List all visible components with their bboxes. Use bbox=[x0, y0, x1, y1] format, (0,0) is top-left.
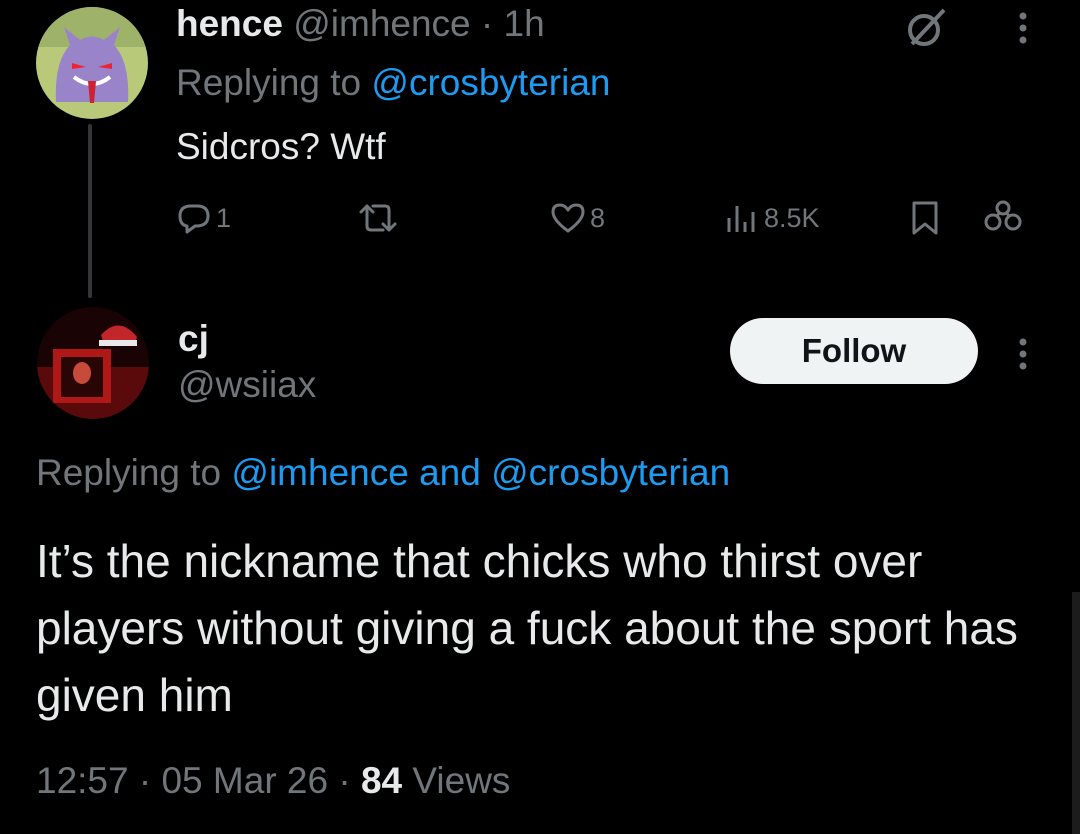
bookmark-button[interactable] bbox=[908, 198, 942, 238]
grok-icon[interactable] bbox=[904, 6, 948, 50]
mention-link[interactable]: @crosbyterian bbox=[371, 62, 610, 103]
retweet-icon bbox=[359, 204, 397, 232]
views-count[interactable]: 84 bbox=[361, 760, 402, 801]
like-count: 8 bbox=[590, 202, 606, 233]
separator: · bbox=[138, 760, 152, 801]
views-icon bbox=[727, 206, 755, 232]
replying-to: Replying to @crosbyterian bbox=[176, 62, 610, 104]
reply-button[interactable]: 1 bbox=[174, 198, 231, 238]
retweet-button[interactable] bbox=[355, 198, 401, 238]
follow-button[interactable]: Follow bbox=[730, 318, 978, 384]
handle[interactable]: @imhence bbox=[293, 3, 470, 44]
share-button[interactable] bbox=[982, 198, 1024, 238]
timestamp[interactable]: 12:57 bbox=[36, 760, 129, 801]
views-button[interactable]: 8.5K bbox=[724, 198, 820, 238]
avatar[interactable] bbox=[37, 307, 149, 419]
timestamp[interactable]: 1h bbox=[504, 3, 545, 44]
action-bar: 1 8 8.5K bbox=[0, 198, 1080, 246]
display-name[interactable]: cj bbox=[178, 318, 209, 360]
handle[interactable]: @wsiiax bbox=[178, 364, 316, 406]
separator: · bbox=[480, 3, 494, 44]
separator: · bbox=[338, 760, 351, 801]
reply-icon bbox=[178, 204, 210, 234]
bookmark-icon bbox=[912, 201, 938, 235]
tweet-meta: 12:57 · 05 Mar 26 · 84 Views bbox=[36, 760, 510, 802]
display-name[interactable]: hence bbox=[176, 3, 283, 44]
replying-to: Replying to @imhence and @crosbyterian bbox=[36, 452, 730, 494]
more-icon[interactable] bbox=[1012, 8, 1034, 48]
replying-and: and bbox=[419, 452, 481, 493]
share-icon bbox=[984, 200, 1022, 231]
date[interactable]: 05 Mar 26 bbox=[161, 760, 328, 801]
replying-prefix: Replying to bbox=[176, 62, 362, 103]
replying-prefix: Replying to bbox=[36, 452, 222, 493]
avatar[interactable] bbox=[36, 7, 148, 119]
views-label[interactable]: Views bbox=[412, 760, 510, 801]
view-count: 8.5K bbox=[764, 202, 820, 233]
profile-photo-icon bbox=[37, 307, 149, 419]
gengar-avatar-icon bbox=[36, 7, 148, 119]
mention-link[interactable]: @imhence bbox=[231, 452, 408, 493]
like-icon bbox=[551, 203, 585, 233]
tweet-text: It’s the nickname that chicks who thirst… bbox=[36, 535, 1018, 721]
more-icon[interactable] bbox=[1012, 334, 1034, 374]
tweet1-header: hence @imhence · 1h bbox=[176, 3, 545, 45]
like-button[interactable]: 8 bbox=[548, 198, 605, 238]
tweet-text: Sidcros? Wtf bbox=[176, 126, 386, 167]
mention-link[interactable]: @crosbyterian bbox=[491, 452, 730, 493]
reply-count: 1 bbox=[216, 202, 232, 233]
scrollbar[interactable] bbox=[1072, 592, 1080, 834]
